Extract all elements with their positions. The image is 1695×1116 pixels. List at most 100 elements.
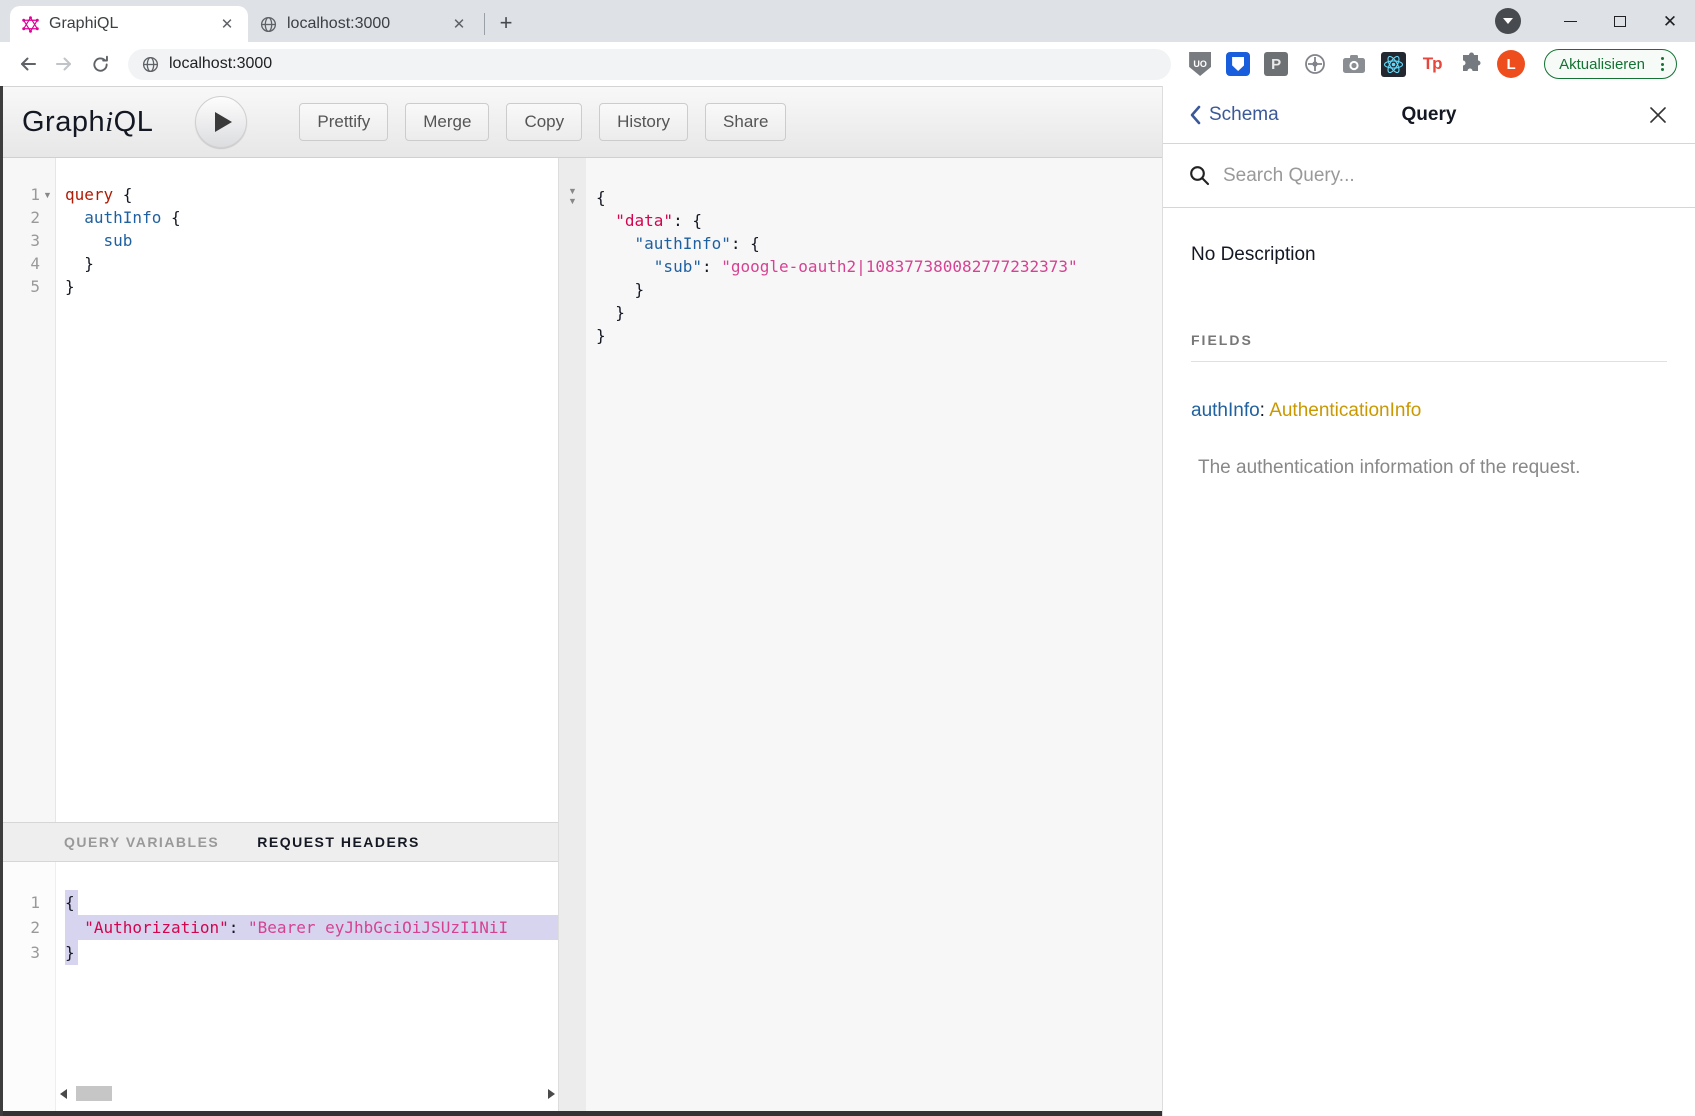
line-number: 5 (6, 275, 40, 298)
react-devtools-extension-icon[interactable] (1380, 51, 1406, 77)
execute-query-button[interactable] (195, 96, 247, 148)
new-tab-button[interactable]: + (489, 8, 523, 38)
gutter-line: 3 (0, 940, 55, 965)
gutter-line: 2 (0, 206, 55, 229)
extensions-puzzle-icon[interactable] (1458, 51, 1484, 77)
code-line: } (65, 252, 558, 275)
fold-caret-icon[interactable]: ▼ (40, 190, 55, 200)
doc-explorer-back-link[interactable]: Schema (1189, 104, 1279, 126)
tampermonkey-extension-icon[interactable]: Tp (1419, 51, 1445, 77)
line-number: 3 (0, 940, 40, 965)
fields-section-label: FIELDS (1191, 332, 1667, 362)
window-close-button[interactable]: ✕ (1645, 2, 1695, 40)
address-bar[interactable]: localhost:3000 (128, 49, 1171, 80)
p-extension-icon[interactable]: P (1264, 52, 1288, 76)
code-line: "authInfo": { (596, 232, 1162, 255)
scrollbar-thumb[interactable] (76, 1086, 112, 1101)
scroll-right-icon[interactable] (548, 1089, 555, 1099)
gutter-line: ▼ (559, 186, 586, 196)
browser-tab-graphiql[interactable]: GraphiQL ✕ (10, 6, 248, 42)
code-line: authInfo { (65, 206, 558, 229)
doc-search-input[interactable] (1223, 165, 1669, 187)
query-editor[interactable]: 1▼2345 query { authInfo { sub }} (0, 158, 558, 822)
code-line: { (65, 890, 558, 915)
window-bottom-edge (0, 1111, 1162, 1116)
chevron-left-icon (1189, 105, 1201, 125)
merge-button[interactable]: Merge (405, 103, 489, 141)
picker-extension-icon[interactable] (1302, 51, 1328, 77)
line-number: 3 (6, 229, 40, 252)
back-button[interactable] (10, 46, 46, 82)
gutter-line: 3 (0, 229, 55, 252)
fold-caret-icon[interactable]: ▼ (565, 196, 580, 206)
secondary-editor-panel: QUERY VARIABLES REQUEST HEADERS 123 { "A… (0, 822, 558, 1116)
search-icon (1189, 165, 1210, 186)
doc-explorer-close-button[interactable] (1647, 104, 1669, 126)
line-number: 2 (6, 206, 40, 229)
horizontal-scrollbar[interactable] (60, 1085, 555, 1102)
line-number-gutter: 1▼2345 (0, 158, 56, 822)
ublock-extension-icon[interactable]: UO (1187, 51, 1213, 77)
gutter-line: 2 (0, 915, 55, 940)
tab-request-headers[interactable]: REQUEST HEADERS (257, 834, 420, 850)
field-colon: : (1260, 400, 1265, 421)
scroll-left-icon[interactable] (60, 1089, 67, 1099)
doc-explorer-content: No Description FIELDS authInfo: Authenti… (1163, 208, 1695, 515)
window-maximize-button[interactable] (1595, 2, 1645, 40)
field-item: authInfo: AuthenticationInfo (1191, 400, 1667, 422)
code-line: } (596, 324, 1162, 347)
tab-title: GraphiQL (49, 15, 216, 33)
graphiql-logo: GraphiQL (22, 106, 153, 139)
field-type-link[interactable]: AuthenticationInfo (1269, 400, 1421, 421)
gutter-line: 1 (0, 890, 55, 915)
tab-query-variables[interactable]: QUERY VARIABLES (64, 834, 219, 850)
line-number: 1 (0, 890, 40, 915)
play-icon (215, 112, 232, 132)
profile-avatar[interactable]: L (1497, 50, 1525, 78)
code-line: query { (65, 183, 558, 206)
field-name-link[interactable]: authInfo (1191, 400, 1260, 421)
history-button[interactable]: History (599, 103, 688, 141)
graphiql-app: GraphiQL Prettify Merge Copy History Sha… (0, 86, 1162, 1116)
browser-tab-localhost[interactable]: localhost:3000 ✕ (248, 6, 480, 42)
extensions-bar: UO P Tp L Aktualisieren (1179, 49, 1685, 79)
gutter-line: 1▼ (0, 183, 55, 206)
tab-close-icon[interactable]: ✕ (448, 13, 470, 35)
code-line: "sub": "google-oauth2|108377380082777232… (596, 255, 1162, 278)
line-number: 2 (0, 915, 40, 940)
field-description: The authentication information of the re… (1191, 457, 1667, 479)
fold-caret-icon[interactable]: ▼ (565, 186, 580, 196)
gutter-line: 5 (0, 275, 55, 298)
tab-close-icon[interactable]: ✕ (216, 13, 238, 35)
prettify-button[interactable]: Prettify (299, 103, 388, 141)
tab-title: localhost:3000 (287, 15, 448, 33)
request-headers-editor[interactable]: 123 { "Authorization": "Bearer eyJhbGciO… (0, 862, 558, 1116)
browser-menu-icon[interactable] (1655, 57, 1670, 71)
code-line: "Authorization": "Bearer eyJhbGciOiJSUzI… (65, 915, 558, 940)
forward-button[interactable] (46, 46, 82, 82)
tab-search-button[interactable] (1495, 8, 1521, 34)
window-minimize-button[interactable] (1545, 2, 1595, 40)
screenshot-extension-icon[interactable] (1341, 51, 1367, 77)
browser-window: GraphiQL ✕ localhost:3000 ✕ + ✕ (0, 0, 1695, 1116)
tab-separator (484, 13, 485, 35)
reload-button[interactable] (82, 46, 118, 82)
code-line: "data": { (596, 209, 1162, 232)
site-globe-icon (142, 56, 159, 73)
doc-explorer-header: Query Schema (1163, 86, 1695, 144)
share-button[interactable]: Share (705, 103, 786, 141)
result-viewer[interactable]: ▼▼ { "data": { "authInfo": { "sub": "goo… (559, 158, 1162, 1116)
fold-gutter: ▼▼ (559, 158, 586, 1116)
copy-button[interactable]: Copy (506, 103, 582, 141)
doc-search-row (1163, 144, 1695, 208)
back-link-label: Schema (1209, 104, 1279, 126)
url-text: localhost:3000 (169, 55, 272, 73)
browser-tab-strip: GraphiQL ✕ localhost:3000 ✕ + ✕ (0, 0, 1695, 42)
bitwarden-extension-icon[interactable] (1226, 52, 1250, 76)
chrome-update-button[interactable]: Aktualisieren (1544, 49, 1677, 79)
secondary-tab-bar: QUERY VARIABLES REQUEST HEADERS (0, 822, 558, 862)
update-button-label: Aktualisieren (1559, 56, 1645, 73)
graphiql-topbar: GraphiQL Prettify Merge Copy History Sha… (0, 86, 1162, 158)
window-left-edge (0, 86, 3, 1116)
close-icon (1647, 104, 1669, 126)
